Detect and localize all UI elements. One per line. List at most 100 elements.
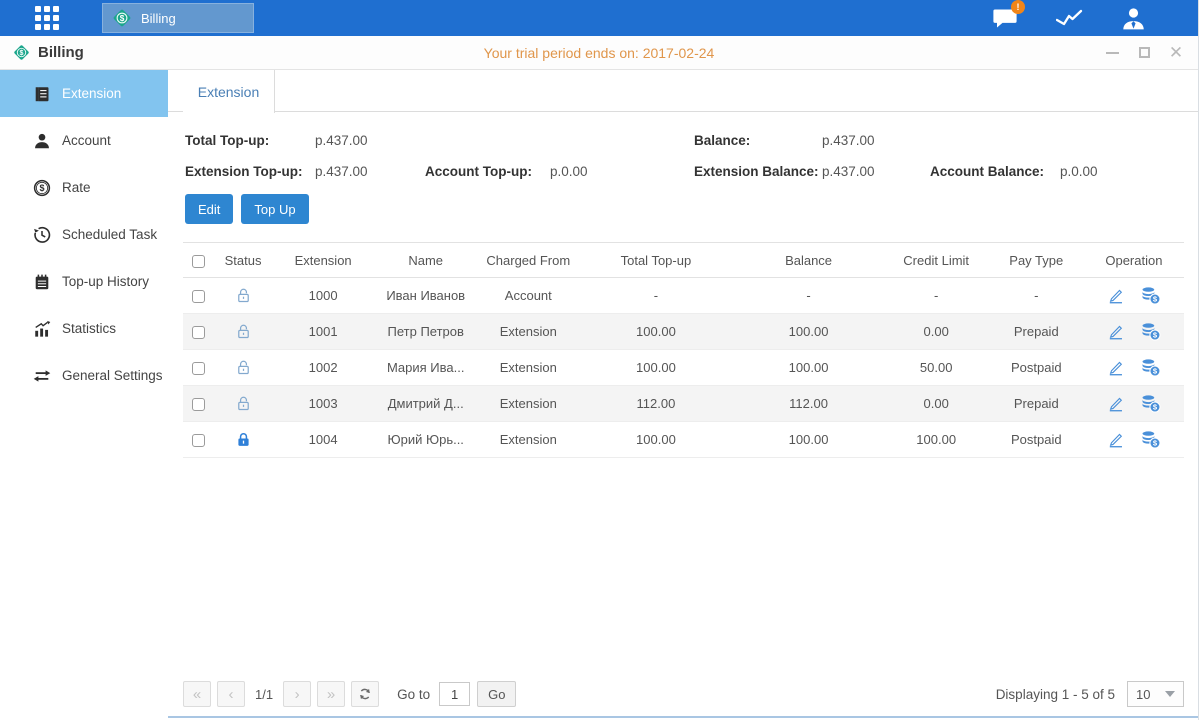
- cell-credit-limit: 0.00: [924, 396, 949, 411]
- cell-pay-type: Postpaid: [1011, 360, 1062, 375]
- table-header-row: StatusExtensionNameCharged FromTotal Top…: [183, 243, 1184, 278]
- sidebar-item-label: Account: [62, 133, 111, 148]
- stats-icon: [32, 320, 51, 338]
- topup-coins-icon[interactable]: $: [1140, 358, 1161, 377]
- cell-pay-type: -: [1034, 288, 1038, 303]
- balance-value: p.437.00: [822, 133, 875, 148]
- cell-extension: 1004: [309, 432, 338, 447]
- minimize-button[interactable]: [1104, 45, 1120, 61]
- user-account-icon[interactable]: [1121, 7, 1146, 30]
- sidebar-item-label: Statistics: [62, 321, 116, 336]
- cell-name: Дмитрий Д...: [388, 396, 464, 411]
- row-checkbox[interactable]: [192, 362, 205, 375]
- billing-diamond-icon: $: [12, 43, 31, 62]
- cell-charged-from: Account: [505, 288, 552, 303]
- sidebar-item-label: Top-up History: [62, 274, 149, 289]
- table-row: 1004Юрий Юрь...Extension100.00100.00100.…: [183, 422, 1184, 458]
- ledger-icon: [32, 85, 51, 103]
- chevron-down-icon: [1165, 691, 1175, 697]
- chevron-left-icon: ‹: [229, 686, 234, 703]
- close-button[interactable]: ✕: [1168, 45, 1184, 61]
- account-topup-label: Account Top-up:: [425, 164, 550, 179]
- os-topbar: $ Billing !: [0, 0, 1198, 36]
- row-checkbox[interactable]: [192, 326, 205, 339]
- maximize-button[interactable]: [1136, 45, 1152, 61]
- edit-pencil-icon[interactable]: [1106, 358, 1125, 377]
- refresh-button[interactable]: [351, 681, 379, 707]
- go-button[interactable]: Go: [477, 681, 516, 707]
- edit-pencil-icon[interactable]: [1106, 430, 1125, 449]
- sidebar-item-account[interactable]: Account: [0, 117, 168, 164]
- cell-charged-from: Extension: [500, 396, 557, 411]
- monitor-chart-icon[interactable]: [1056, 7, 1083, 29]
- sidebar-item-rate[interactable]: $ Rate: [0, 164, 168, 211]
- sidebar-item-top-up-history[interactable]: Top-up History: [0, 258, 168, 305]
- cell-pay-type: Prepaid: [1014, 396, 1059, 411]
- extension-balance-value: p.437.00: [822, 164, 930, 179]
- extensions-table: StatusExtensionNameCharged FromTotal Top…: [183, 242, 1184, 458]
- last-page-button[interactable]: »: [317, 681, 345, 707]
- account-balance-label: Account Balance:: [930, 164, 1060, 179]
- svg-text:$: $: [20, 49, 24, 57]
- edit-pencil-icon[interactable]: [1106, 286, 1125, 305]
- cell-extension: 1003: [309, 396, 338, 411]
- cell-extension: 1000: [309, 288, 338, 303]
- cell-balance: 100.00: [789, 432, 829, 447]
- cell-credit-limit: 50.00: [920, 360, 953, 375]
- cell-name: Мария Ива...: [387, 360, 465, 375]
- tab-extension[interactable]: Extension: [183, 70, 275, 113]
- goto-label: Go to: [397, 687, 430, 702]
- messages-icon[interactable]: !: [992, 6, 1018, 30]
- cell-balance: 112.00: [789, 396, 828, 411]
- topup-coins-icon[interactable]: $: [1140, 394, 1161, 413]
- cell-total-topup: 100.00: [636, 360, 676, 375]
- transfer-arrows-icon: [32, 367, 51, 385]
- app-grid-icon[interactable]: [35, 6, 59, 30]
- row-checkbox[interactable]: [192, 434, 205, 447]
- chevron-right-icon: ›: [295, 686, 300, 703]
- window-title: Billing: [38, 44, 84, 61]
- double-chevron-right-icon: »: [327, 686, 335, 703]
- topup-button[interactable]: Top Up: [241, 194, 308, 224]
- topup-coins-icon[interactable]: $: [1140, 322, 1161, 341]
- sidebar-item-extension[interactable]: Extension: [0, 70, 168, 117]
- row-checkbox[interactable]: [192, 398, 205, 411]
- first-page-button[interactable]: «: [183, 681, 211, 707]
- total-topup-label: Total Top-up:: [185, 133, 315, 148]
- cell-balance: 100.00: [789, 324, 829, 339]
- cell-balance: -: [806, 288, 810, 303]
- edit-pencil-icon[interactable]: [1106, 322, 1125, 341]
- page-size-select[interactable]: 10: [1127, 681, 1184, 707]
- column-header-credit-limit: Credit Limit: [884, 243, 989, 278]
- extension-balance-label: Extension Balance:: [694, 164, 822, 179]
- sidebar-item-general-settings[interactable]: General Settings: [0, 352, 168, 399]
- edit-button[interactable]: Edit: [185, 194, 233, 224]
- cell-total-topup: 100.00: [636, 432, 676, 447]
- edit-pencil-icon[interactable]: [1106, 394, 1125, 413]
- svg-text:$: $: [39, 183, 44, 193]
- total-topup-value: p.437.00: [315, 133, 368, 148]
- cell-extension: 1002: [309, 360, 338, 375]
- sidebar-item-statistics[interactable]: Statistics: [0, 305, 168, 352]
- sidebar-item-scheduled-task[interactable]: Scheduled Task: [0, 211, 168, 258]
- column-header-total-top-up: Total Top-up: [578, 243, 733, 278]
- prev-page-button[interactable]: ‹: [217, 681, 245, 707]
- double-chevron-left-icon: «: [193, 686, 201, 703]
- select-all-checkbox[interactable]: [192, 255, 205, 268]
- taskbar-item-billing[interactable]: $ Billing: [102, 3, 254, 33]
- window-bottom-edge: [168, 716, 1198, 718]
- goto-page-input[interactable]: [439, 682, 470, 706]
- row-checkbox[interactable]: [192, 290, 205, 303]
- notepad-icon: [32, 273, 51, 291]
- cell-credit-limit: 100.00: [916, 432, 956, 447]
- person-icon: [32, 132, 51, 150]
- topup-coins-icon[interactable]: $: [1140, 430, 1161, 449]
- lock-open-icon: [235, 359, 252, 376]
- page-indicator: 1/1: [255, 687, 273, 702]
- next-page-button[interactable]: ›: [283, 681, 311, 707]
- cell-credit-limit: -: [934, 288, 938, 303]
- topup-coins-icon[interactable]: $: [1140, 286, 1161, 305]
- dollar-circle-icon: $: [32, 179, 51, 197]
- sidebar-item-label: Rate: [62, 180, 91, 195]
- window-titlebar: $ Billing Your trial period ends on: 201…: [0, 36, 1198, 70]
